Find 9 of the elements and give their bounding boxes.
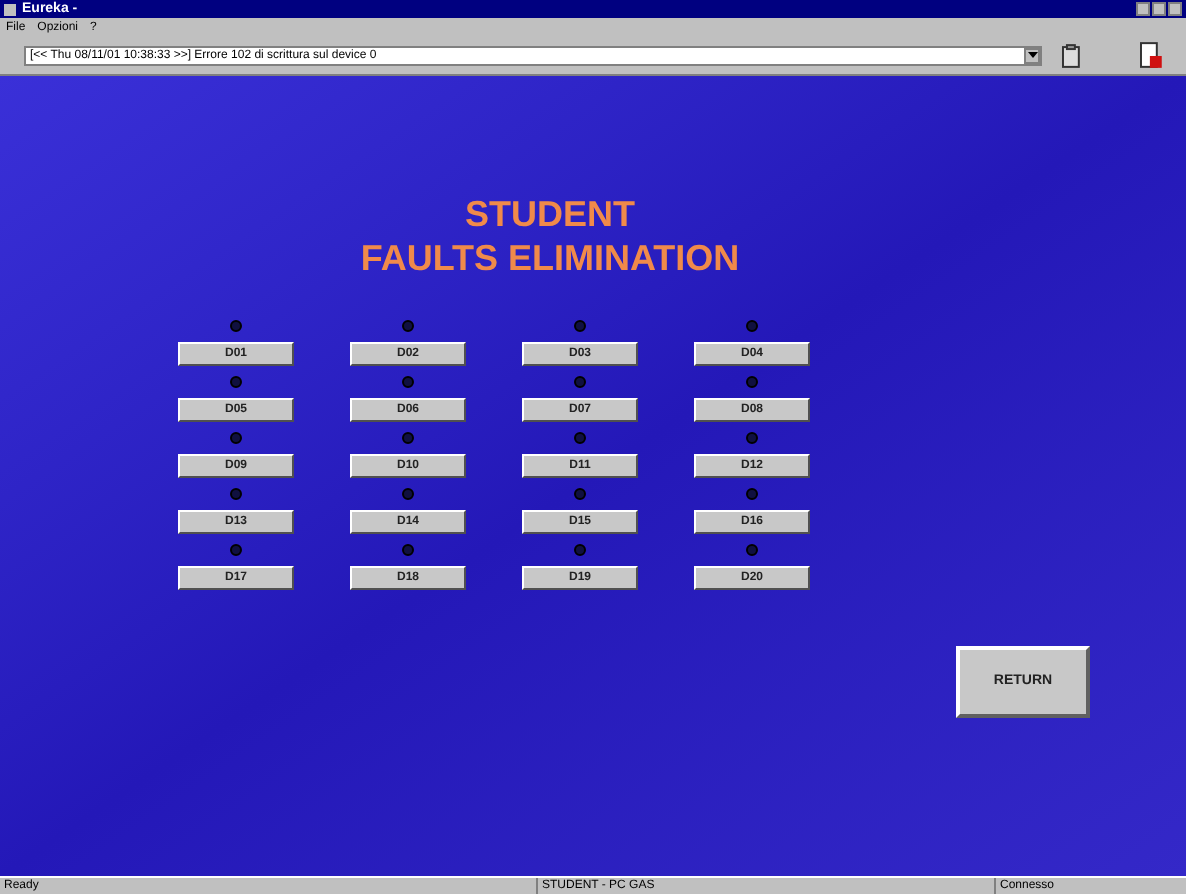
dropdown-arrow-icon: [1024, 47, 1041, 63]
heading-text: FAULTS ELIMINATION: [360, 236, 740, 280]
exit-icon[interactable]: [1140, 42, 1162, 68]
app-icon: [4, 3, 16, 15]
heading-text: STUDENT: [465, 192, 635, 236]
minimize-button[interactable]: [1136, 2, 1150, 16]
clipboard-icon[interactable]: [1062, 43, 1081, 67]
close-button[interactable]: [1168, 2, 1182, 16]
maximize-button[interactable]: [1152, 2, 1166, 16]
